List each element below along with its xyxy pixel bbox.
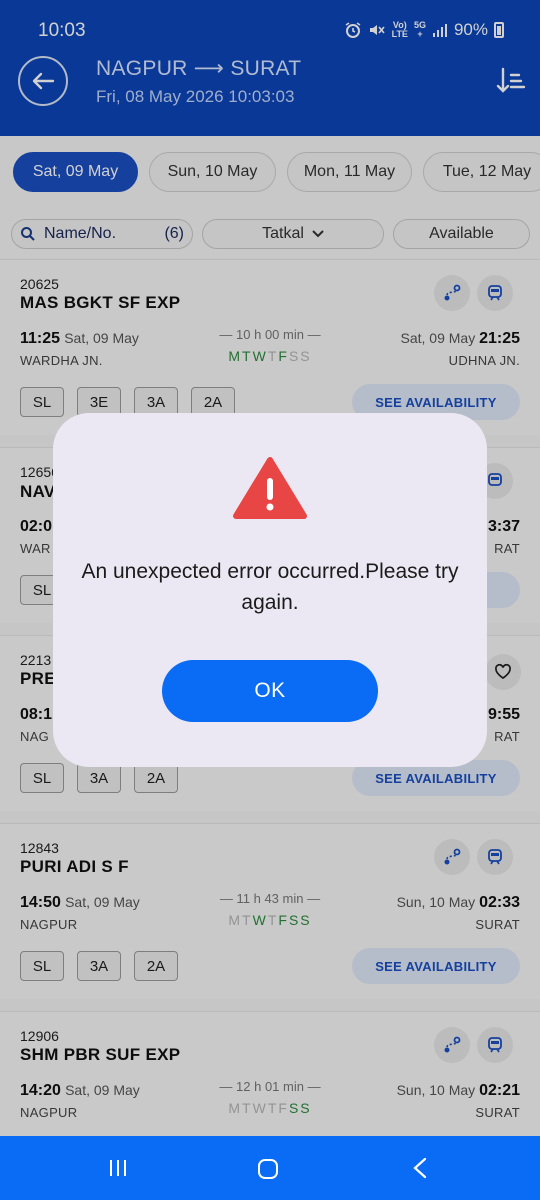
recent-apps-icon[interactable] [108, 1158, 128, 1178]
nav-back-icon[interactable] [412, 1157, 428, 1179]
ok-button[interactable]: OK [162, 660, 378, 722]
system-nav-bar [0, 1136, 540, 1200]
home-icon[interactable] [257, 1158, 279, 1180]
warning-icon [233, 457, 307, 519]
error-message: An unexpected error occurred.Please try … [81, 560, 459, 614]
